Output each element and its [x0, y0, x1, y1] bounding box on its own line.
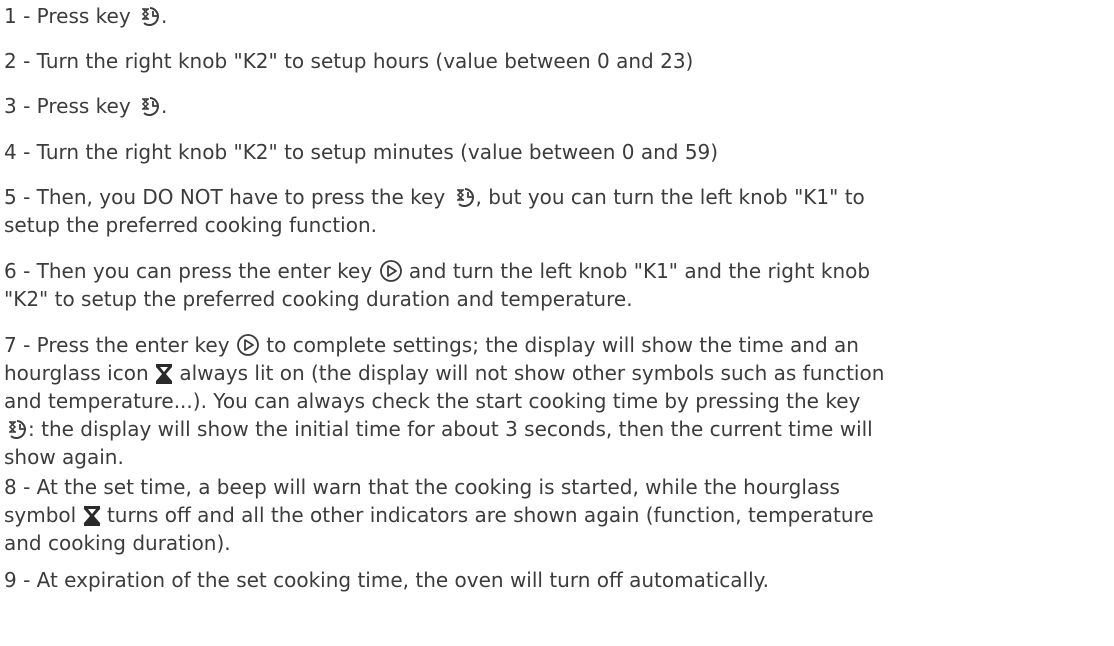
step-line: 9 - At expiration of the set cooking tim… [4, 566, 1108, 594]
step-line: 6 - Then you can press the enter key and… [4, 257, 1108, 285]
step-line: 4 - Turn the right knob "K2" to setup mi… [4, 138, 1108, 166]
step-line: 5 - Then, you DO NOT have to press the k… [4, 183, 1108, 211]
step-2: 2 - Turn the right knob "K2" to setup ho… [4, 47, 1108, 75]
step-3: 3 - Press key . [4, 92, 1108, 120]
step-line: 3 - Press key . [4, 92, 1108, 120]
step-5: 5 - Then, you DO NOT have to press the k… [4, 183, 1108, 239]
enter-icon [236, 333, 260, 357]
step-text: and cooking duration). [4, 531, 231, 555]
instruction-document: 1 - Press key . 2 - Turn the right knob … [0, 0, 1114, 646]
timer-icon [137, 96, 161, 118]
step-line: "K2" to setup the preferred cooking dura… [4, 285, 1108, 313]
step-9: 9 - At expiration of the set cooking tim… [4, 566, 1108, 594]
step-text: setup the preferred cooking function. [4, 213, 378, 237]
step-text: 1 - Press key [4, 4, 138, 28]
step-text: 8 - At the set time, a beep will warn th… [4, 475, 840, 499]
step-text: . [161, 94, 168, 118]
enter-icon [379, 259, 403, 283]
timer-icon [452, 187, 476, 209]
step-text: hourglass icon [4, 361, 155, 385]
step-text: : the display will show the initial time… [28, 417, 873, 441]
hourglass-icon [83, 505, 101, 527]
step-6: 6 - Then you can press the enter key and… [4, 257, 1108, 313]
step-line: and temperature...). You can always chec… [4, 387, 1108, 415]
step-text: . [161, 4, 168, 28]
step-line: and cooking duration). [4, 529, 1108, 557]
step-text: 9 - At expiration of the set cooking tim… [4, 568, 769, 592]
timer-icon [137, 6, 161, 28]
step-line: 1 - Press key . [4, 2, 1108, 30]
step-line: show again. [4, 443, 1108, 471]
hourglass-icon [155, 363, 173, 385]
step-text: 4 - Turn the right knob "K2" to setup mi… [4, 140, 719, 164]
step-line: 7 - Press the enter key to complete sett… [4, 331, 1108, 359]
step-text: and turn the left knob "K1" and the righ… [402, 259, 871, 283]
step-text: , but you can turn the left knob "K1" to [475, 185, 865, 209]
timer-icon [4, 419, 28, 441]
step-text: 3 - Press key [4, 94, 138, 118]
step-text: and temperature...). You can always chec… [4, 389, 861, 413]
step-line: symbol turns off and all the other indic… [4, 501, 1108, 529]
step-4: 4 - Turn the right knob "K2" to setup mi… [4, 138, 1108, 166]
step-text: "K2" to setup the preferred cooking dura… [4, 287, 633, 311]
step-text: 6 - Then you can press the enter key [4, 259, 379, 283]
step-line: 2 - Turn the right knob "K2" to setup ho… [4, 47, 1108, 75]
step-line: hourglass icon always lit on (the displa… [4, 359, 1108, 387]
step-1: 1 - Press key . [4, 2, 1108, 30]
step-text: 2 - Turn the right knob "K2" to setup ho… [4, 49, 694, 73]
step-text: to complete settings; the display will s… [259, 333, 859, 357]
step-line: : the display will show the initial time… [4, 415, 1108, 443]
step-line: setup the preferred cooking function. [4, 211, 1108, 239]
step-text: show again. [4, 445, 124, 469]
step-text: 7 - Press the enter key [4, 333, 236, 357]
step-text: symbol [4, 503, 83, 527]
step-7: 7 - Press the enter key to complete sett… [4, 331, 1108, 471]
step-text: always lit on (the display will not show… [173, 361, 885, 385]
step-line: 8 - At the set time, a beep will warn th… [4, 473, 1108, 501]
step-text: 5 - Then, you DO NOT have to press the k… [4, 185, 452, 209]
step-8: 8 - At the set time, a beep will warn th… [4, 473, 1108, 557]
step-text: turns off and all the other indicators a… [100, 503, 874, 527]
